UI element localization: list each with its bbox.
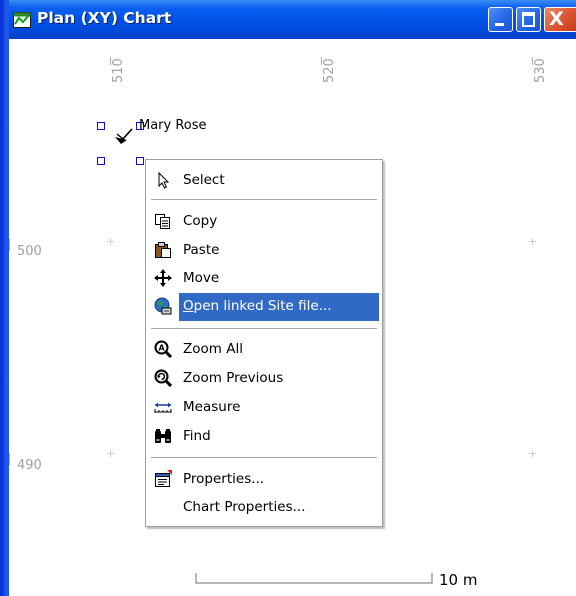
grid-cross: + (106, 235, 116, 248)
menu-item-find[interactable]: Find (148, 422, 380, 450)
menu-item-label: Copy (183, 213, 218, 229)
menu-separator (151, 328, 377, 332)
menu-item-label: Select (183, 172, 225, 188)
context-menu: Select Copy Paste Move Open linked Site … (145, 159, 383, 527)
menu-item-label: Paste (183, 242, 220, 258)
menu-item-zoom-previous[interactable]: Zoom Previous (148, 364, 380, 392)
paste-icon (155, 242, 171, 258)
svg-text:A: A (159, 344, 166, 353)
window-frame-left (0, 0, 9, 596)
copy-icon (155, 214, 170, 229)
selection-handle[interactable] (97, 157, 105, 165)
y-tick-mark (9, 239, 10, 251)
grid-cross: + (528, 447, 538, 460)
menu-item-label: Zoom Previous (183, 370, 284, 386)
window-title: Plan (XY) Chart (37, 9, 172, 27)
x-tick-mark (110, 57, 111, 65)
title-bar[interactable]: Plan (XY) Chart X (0, 0, 576, 39)
menu-item-select[interactable]: Select (148, 166, 380, 194)
x-tick-label: 530 (533, 58, 548, 83)
menu-item-open-linked-site-file[interactable]: Open linked Site file... (148, 292, 380, 321)
menu-item-label: Open linked Site file... (183, 298, 332, 314)
selection-handle[interactable] (97, 122, 105, 130)
zoom-previous-icon (154, 369, 172, 387)
grid-cross: + (528, 235, 538, 248)
measure-icon (154, 402, 172, 413)
cursor-arrow-icon (158, 171, 170, 189)
menu-item-copy[interactable]: Copy (148, 207, 380, 235)
scale-bar-label: 10 m (439, 571, 478, 589)
menu-item-properties[interactable]: Properties... (148, 465, 380, 493)
scale-bar (195, 573, 433, 584)
menu-item-label: Zoom All (183, 341, 243, 357)
shipwreck-icon[interactable] (112, 125, 136, 147)
x-tick-mark (532, 57, 533, 65)
move-arrows-icon (154, 269, 172, 287)
maximize-button[interactable] (516, 7, 541, 32)
menu-separator (151, 457, 377, 461)
x-tick-label: 520 (322, 58, 337, 83)
minimize-button[interactable] (488, 7, 513, 32)
menu-item-chart-properties[interactable]: Chart Properties... (148, 493, 380, 521)
chart-window-icon (13, 12, 31, 28)
site-label[interactable]: Mary Rose (139, 118, 207, 133)
menu-item-zoom-all[interactable]: A Zoom All (148, 335, 380, 363)
binoculars-icon (155, 429, 171, 443)
menu-item-paste[interactable]: Paste (148, 236, 380, 264)
close-button[interactable]: X (544, 7, 576, 32)
menu-item-label: Properties... (183, 471, 265, 487)
menu-item-measure[interactable]: Measure (148, 393, 380, 421)
properties-icon (155, 470, 172, 487)
y-tick-label: 490 (17, 458, 42, 473)
x-tick-mark (321, 57, 322, 65)
close-icon: X (549, 8, 564, 30)
menu-item-label: Measure (183, 399, 241, 415)
x-tick-label: 510 (111, 58, 126, 83)
zoom-all-icon: A (154, 340, 172, 358)
menu-item-label: Find (183, 428, 211, 444)
grid-cross: + (106, 447, 116, 460)
menu-item-label: Move (183, 270, 220, 286)
menu-item-move[interactable]: Move (148, 264, 380, 292)
selection-handle[interactable] (136, 157, 144, 165)
y-tick-mark (9, 453, 10, 465)
menu-separator (151, 199, 377, 203)
menu-item-label: Chart Properties... (183, 499, 306, 515)
globe-link-icon (154, 297, 172, 315)
y-tick-label: 500 (17, 244, 42, 259)
minimize-icon (495, 23, 504, 26)
maximize-icon (522, 12, 535, 27)
